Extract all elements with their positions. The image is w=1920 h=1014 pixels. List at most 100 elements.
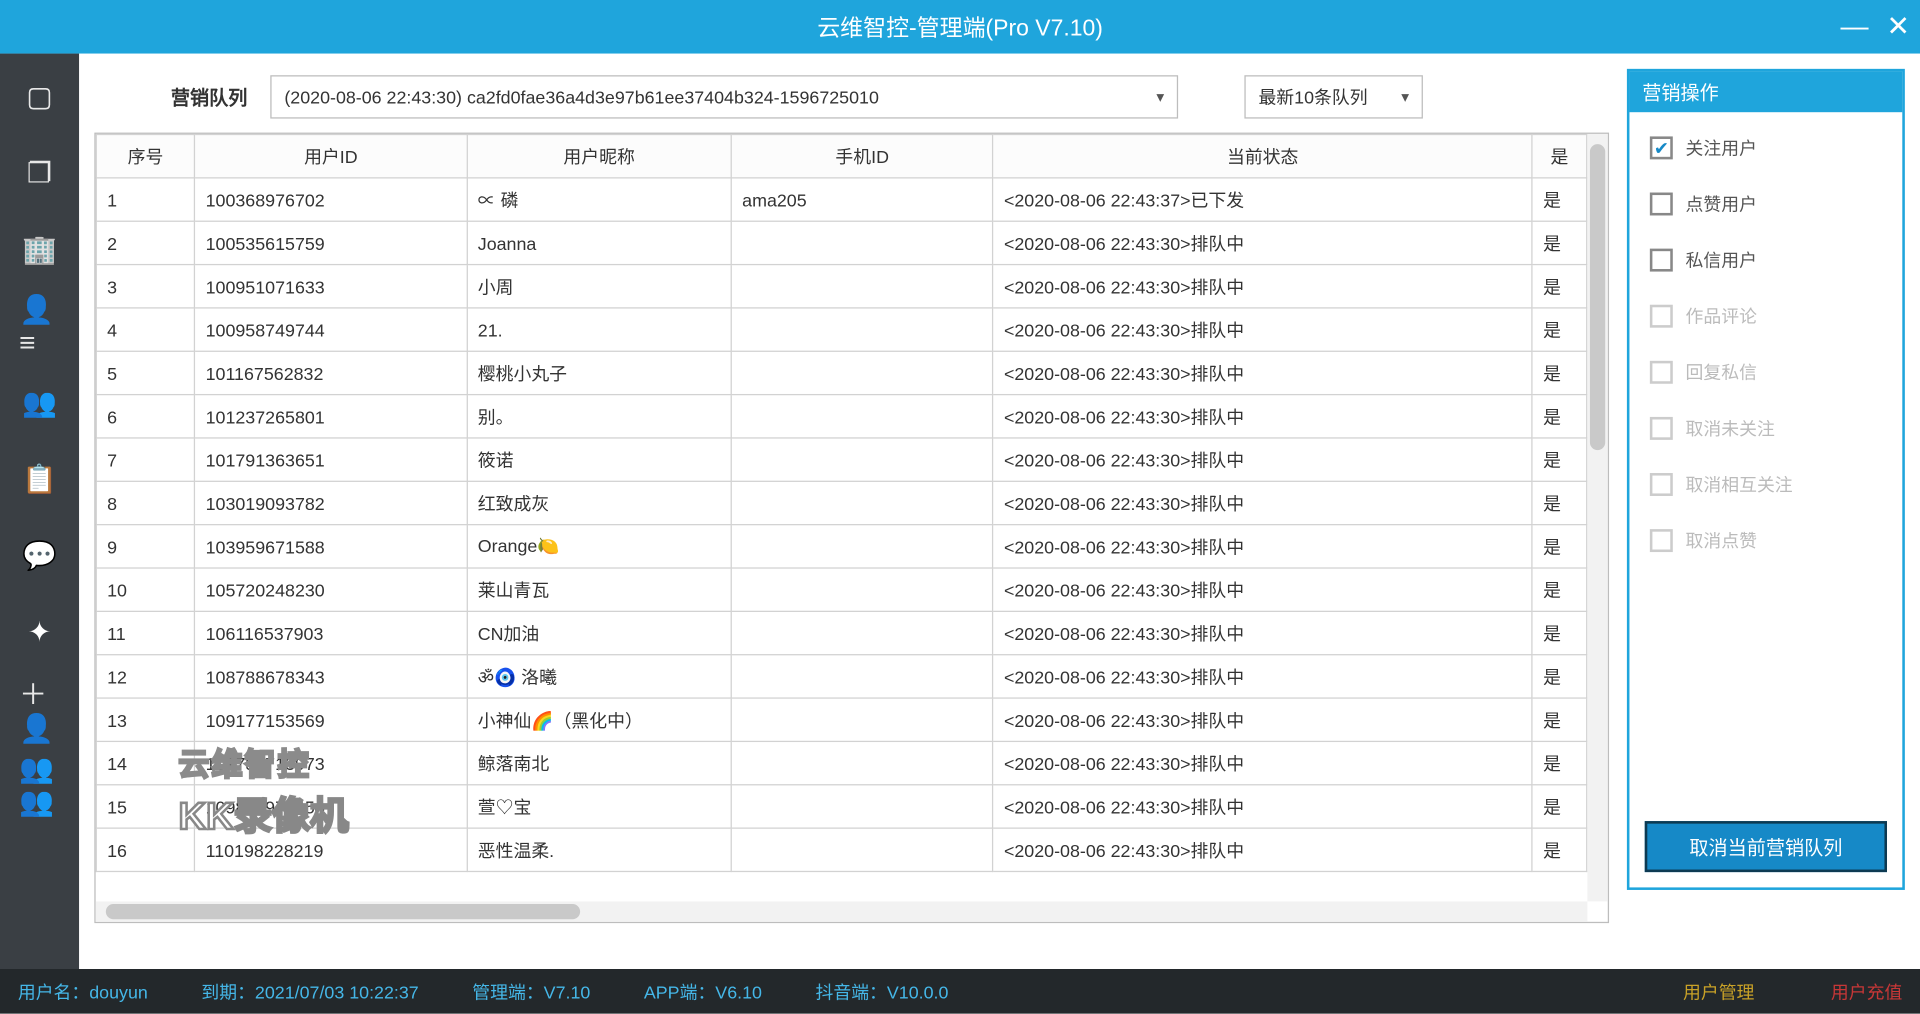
table-row[interactable]: 5101167562832樱桃小丸子<2020-08-06 22:43:30>排… bbox=[96, 351, 1586, 394]
table-row[interactable]: 12108788678343ॐ🧿 洛曦<2020-08-06 22:43:30>… bbox=[96, 655, 1586, 698]
checkbox-icon bbox=[1650, 305, 1673, 328]
user-list-icon[interactable]: 👤≡ bbox=[19, 306, 60, 347]
crowd-icon[interactable]: 👥👥 bbox=[19, 765, 60, 806]
col-seq[interactable]: 序号 bbox=[96, 135, 194, 178]
cell-uid: 108788678343 bbox=[195, 655, 467, 698]
recent-select[interactable]: 最新10条队列 ▾ bbox=[1244, 75, 1423, 118]
link-user-recharge[interactable]: 用户充值 bbox=[1831, 979, 1902, 1005]
scroll-thumb-x[interactable] bbox=[106, 904, 580, 919]
cell-nick: 萱♡宝 bbox=[467, 785, 731, 828]
table-row[interactable]: 7101791363651筱诺<2020-08-06 22:43:30>排队中是 bbox=[96, 438, 1586, 481]
cell-seq: 14 bbox=[96, 741, 194, 784]
cell-nick: 筱诺 bbox=[467, 438, 731, 481]
table-row[interactable]: 13109177153569小神仙🌈（黑化中）<2020-08-06 22:43… bbox=[96, 698, 1586, 741]
table-row[interactable]: 14109786713973鲸落南北<2020-08-06 22:43:30>排… bbox=[96, 741, 1586, 784]
queue-label: 营销队列 bbox=[171, 84, 248, 111]
table-row[interactable]: 3100951071633小周<2020-08-06 22:43:30>排队中是 bbox=[96, 265, 1586, 308]
link-user-mgmt[interactable]: 用户管理 bbox=[1683, 979, 1754, 1005]
cell-flag: 是 bbox=[1532, 221, 1586, 264]
table-row[interactable]: 11106116537903CN加油<2020-08-06 22:43:30>排… bbox=[96, 611, 1586, 654]
chk-cancel-unfollowed: 取消未关注 bbox=[1650, 416, 1882, 442]
cell-nick: ॐ🧿 洛曦 bbox=[467, 655, 731, 698]
chk-like-user[interactable]: 点赞用户 bbox=[1650, 191, 1882, 217]
table-row[interactable]: 6101237265801别。<2020-08-06 22:43:30>排队中是 bbox=[96, 395, 1586, 438]
cell-seq: 7 bbox=[96, 438, 194, 481]
cell-seq: 4 bbox=[96, 308, 194, 351]
cancel-queue-button[interactable]: 取消当前营销队列 bbox=[1645, 821, 1887, 872]
minimize-icon[interactable]: — bbox=[1841, 13, 1869, 41]
cell-uid: 109786713973 bbox=[195, 741, 467, 784]
main-area: 营销队列 (2020-08-06 22:43:30) ca2fd0fae36a4… bbox=[94, 69, 1609, 969]
col-nick[interactable]: 用户昵称 bbox=[467, 135, 731, 178]
cell-nick: 鲸落南北 bbox=[467, 741, 731, 784]
cell-flag: 是 bbox=[1532, 785, 1586, 828]
operation-panel: 营销操作 ✔关注用户 点赞用户 私信用户 作品评论 回复私信 取消未关注 取消相… bbox=[1627, 69, 1905, 890]
table-row[interactable]: 10105720248230莱山青瓦<2020-08-06 22:43:30>排… bbox=[96, 568, 1586, 611]
queue-select[interactable]: (2020-08-06 22:43:30) ca2fd0fae36a4d3e97… bbox=[270, 75, 1178, 118]
table-row[interactable]: 410095874974421.<2020-08-06 22:43:30>排队中… bbox=[96, 308, 1586, 351]
cell-uid: 106116537903 bbox=[195, 611, 467, 654]
cell-phone bbox=[731, 351, 993, 394]
table-row[interactable]: 1100368976702∝ 磷ama205<2020-08-06 22:43:… bbox=[96, 178, 1586, 221]
sidebar: ▢ ❐ 🏢 👤≡ 👥 📋 💬 ✦ ＋👤 👥👥 bbox=[0, 54, 79, 969]
clipboard-icon[interactable]: 📋 bbox=[19, 459, 60, 500]
building-icon[interactable]: 🏢 bbox=[19, 230, 60, 271]
group-icon[interactable]: 👥 bbox=[19, 383, 60, 424]
cell-seq: 2 bbox=[96, 221, 194, 264]
cell-status: <2020-08-06 22:43:30>排队中 bbox=[993, 828, 1532, 871]
cell-uid: 101237265801 bbox=[195, 395, 467, 438]
cell-phone bbox=[731, 395, 993, 438]
cell-nick: 别。 bbox=[467, 395, 731, 438]
cell-phone bbox=[731, 525, 993, 568]
cell-phone bbox=[731, 308, 993, 351]
cell-status: <2020-08-06 22:43:30>排队中 bbox=[993, 611, 1532, 654]
cell-uid: 100535615759 bbox=[195, 221, 467, 264]
cell-flag: 是 bbox=[1532, 351, 1586, 394]
table-row[interactable]: 8103019093782红致成灰<2020-08-06 22:43:30>排队… bbox=[96, 481, 1586, 524]
recent-select-value: 最新10条队列 bbox=[1258, 84, 1367, 110]
cell-flag: 是 bbox=[1532, 525, 1586, 568]
checkbox-icon bbox=[1650, 529, 1673, 552]
cell-flag: 是 bbox=[1532, 611, 1586, 654]
cursor-spark-icon[interactable]: ✦ bbox=[19, 612, 60, 653]
copy-icon[interactable]: ❐ bbox=[19, 153, 60, 194]
cell-flag: 是 bbox=[1532, 568, 1586, 611]
chk-dm-user[interactable]: 私信用户 bbox=[1650, 247, 1882, 273]
add-user-icon[interactable]: ＋👤 bbox=[19, 689, 60, 730]
cell-flag: 是 bbox=[1532, 265, 1586, 308]
cell-seq: 15 bbox=[96, 785, 194, 828]
cell-nick: 红致成灰 bbox=[467, 481, 731, 524]
cell-seq: 12 bbox=[96, 655, 194, 698]
cell-status: <2020-08-06 22:43:30>排队中 bbox=[993, 265, 1532, 308]
col-phone[interactable]: 手机ID bbox=[731, 135, 993, 178]
table-row[interactable]: 16110198228219恶性温柔.<2020-08-06 22:43:30>… bbox=[96, 828, 1586, 871]
table-row[interactable]: 9103959671588Orange🍋<2020-08-06 22:43:30… bbox=[96, 525, 1586, 568]
table-row[interactable]: 15109817974454萱♡宝<2020-08-06 22:43:30>排队… bbox=[96, 785, 1586, 828]
col-status[interactable]: 当前状态 bbox=[993, 135, 1532, 178]
chk-follow-user[interactable]: ✔关注用户 bbox=[1650, 135, 1882, 161]
checkbox-icon bbox=[1650, 417, 1673, 440]
cell-phone bbox=[731, 481, 993, 524]
horizontal-scrollbar[interactable] bbox=[96, 901, 1588, 921]
scroll-thumb-y[interactable] bbox=[1590, 144, 1605, 450]
cell-status: <2020-08-06 22:43:30>排队中 bbox=[993, 221, 1532, 264]
cell-status: <2020-08-06 22:43:30>排队中 bbox=[993, 568, 1532, 611]
statusbar: 用户名：douyun 到期：2021/07/03 10:22:37 管理端：V7… bbox=[0, 969, 1920, 1014]
col-uid[interactable]: 用户ID bbox=[195, 135, 467, 178]
cell-nick: 樱桃小丸子 bbox=[467, 351, 731, 394]
table-row[interactable]: 2100535615759Joanna<2020-08-06 22:43:30>… bbox=[96, 221, 1586, 264]
close-icon[interactable]: ✕ bbox=[1886, 13, 1910, 41]
cell-phone bbox=[731, 438, 993, 481]
device-icon[interactable]: ▢ bbox=[19, 77, 60, 118]
col-flag[interactable]: 是 bbox=[1532, 135, 1586, 178]
cell-flag: 是 bbox=[1532, 438, 1586, 481]
cell-uid: 109817974454 bbox=[195, 785, 467, 828]
cell-uid: 100368976702 bbox=[195, 178, 467, 221]
vertical-scrollbar[interactable] bbox=[1587, 134, 1607, 902]
cell-nick: 小周 bbox=[467, 265, 731, 308]
cell-seq: 1 bbox=[96, 178, 194, 221]
chat-icon[interactable]: 💬 bbox=[19, 536, 60, 577]
cell-phone bbox=[731, 265, 993, 308]
cell-flag: 是 bbox=[1532, 698, 1586, 741]
chk-cancel-like: 取消点赞 bbox=[1650, 528, 1882, 554]
